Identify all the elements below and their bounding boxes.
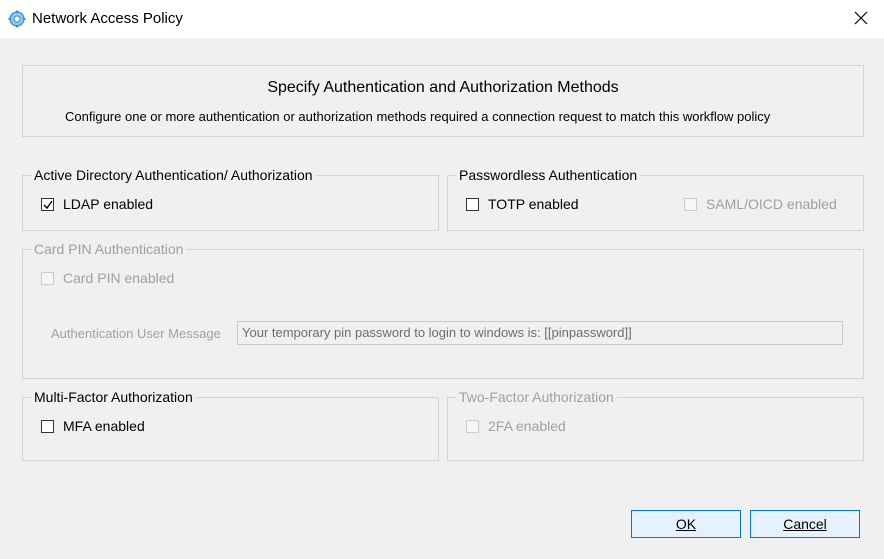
checkbox-label: SAML/OICD enabled xyxy=(706,196,837,212)
totp-checkbox[interactable]: TOTP enabled xyxy=(466,196,579,212)
group-card-pin: Card PIN Authentication Card PIN enabled… xyxy=(22,241,864,379)
header-subtitle: Configure one or more authentication or … xyxy=(65,109,771,124)
ldap-checkbox[interactable]: LDAP enabled xyxy=(41,196,153,212)
ok-button[interactable]: OK xyxy=(631,510,741,538)
twofa-checkbox: 2FA enabled xyxy=(466,418,566,434)
group-active-directory: Active Directory Authentication/ Authori… xyxy=(22,167,439,231)
checkbox-label: LDAP enabled xyxy=(63,196,154,212)
close-icon xyxy=(854,11,868,28)
group-legend: Two-Factor Authorization xyxy=(456,389,617,406)
checkbox-box xyxy=(684,197,697,211)
group-legend: Multi-Factor Authorization xyxy=(31,389,196,406)
group-legend: Active Directory Authentication/ Authori… xyxy=(31,167,316,184)
group-mfa: Multi-Factor Authorization MFA enabled xyxy=(22,389,439,461)
checkbox-box[interactable] xyxy=(466,197,479,211)
checkbox-label: Card PIN enabled xyxy=(63,270,175,286)
saml-checkbox: SAML/OICD enabled xyxy=(684,196,837,212)
group-legend: Passwordless Authentication xyxy=(456,167,641,184)
checkbox-label: 2FA enabled xyxy=(488,418,566,434)
header-panel: Specify Authentication and Authorization… xyxy=(22,65,864,137)
close-button[interactable] xyxy=(838,0,884,38)
group-passwordless: Passwordless Authentication TOTP enabled… xyxy=(447,167,864,231)
title-bar: Network Access Policy xyxy=(0,0,884,38)
ok-button-label: OK xyxy=(675,516,697,532)
checkbox-label: TOTP enabled xyxy=(488,196,579,212)
gear-icon xyxy=(8,10,26,28)
group-two-factor: Two-Factor Authorization 2FA enabled xyxy=(447,389,864,461)
checkbox-box[interactable] xyxy=(41,197,54,211)
cancel-button-label: Cancel xyxy=(783,516,827,532)
checkbox-label: MFA enabled xyxy=(63,418,145,434)
group-legend: Card PIN Authentication xyxy=(31,241,187,258)
checkmark-icon xyxy=(43,200,53,209)
window-title: Network Access Policy xyxy=(32,10,183,27)
user-message-field[interactable]: Your temporary pin password to login to … xyxy=(237,321,843,345)
checkbox-box[interactable] xyxy=(41,419,54,433)
checkbox-box xyxy=(41,271,54,285)
header-title: Specify Authentication and Authorization… xyxy=(267,79,619,96)
card-pin-checkbox: Card PIN enabled xyxy=(41,270,174,286)
checkbox-box xyxy=(466,419,479,433)
mfa-checkbox[interactable]: MFA enabled xyxy=(41,418,145,434)
cancel-button[interactable]: Cancel xyxy=(750,510,860,538)
user-message-label: Authentication User Message xyxy=(51,326,221,341)
